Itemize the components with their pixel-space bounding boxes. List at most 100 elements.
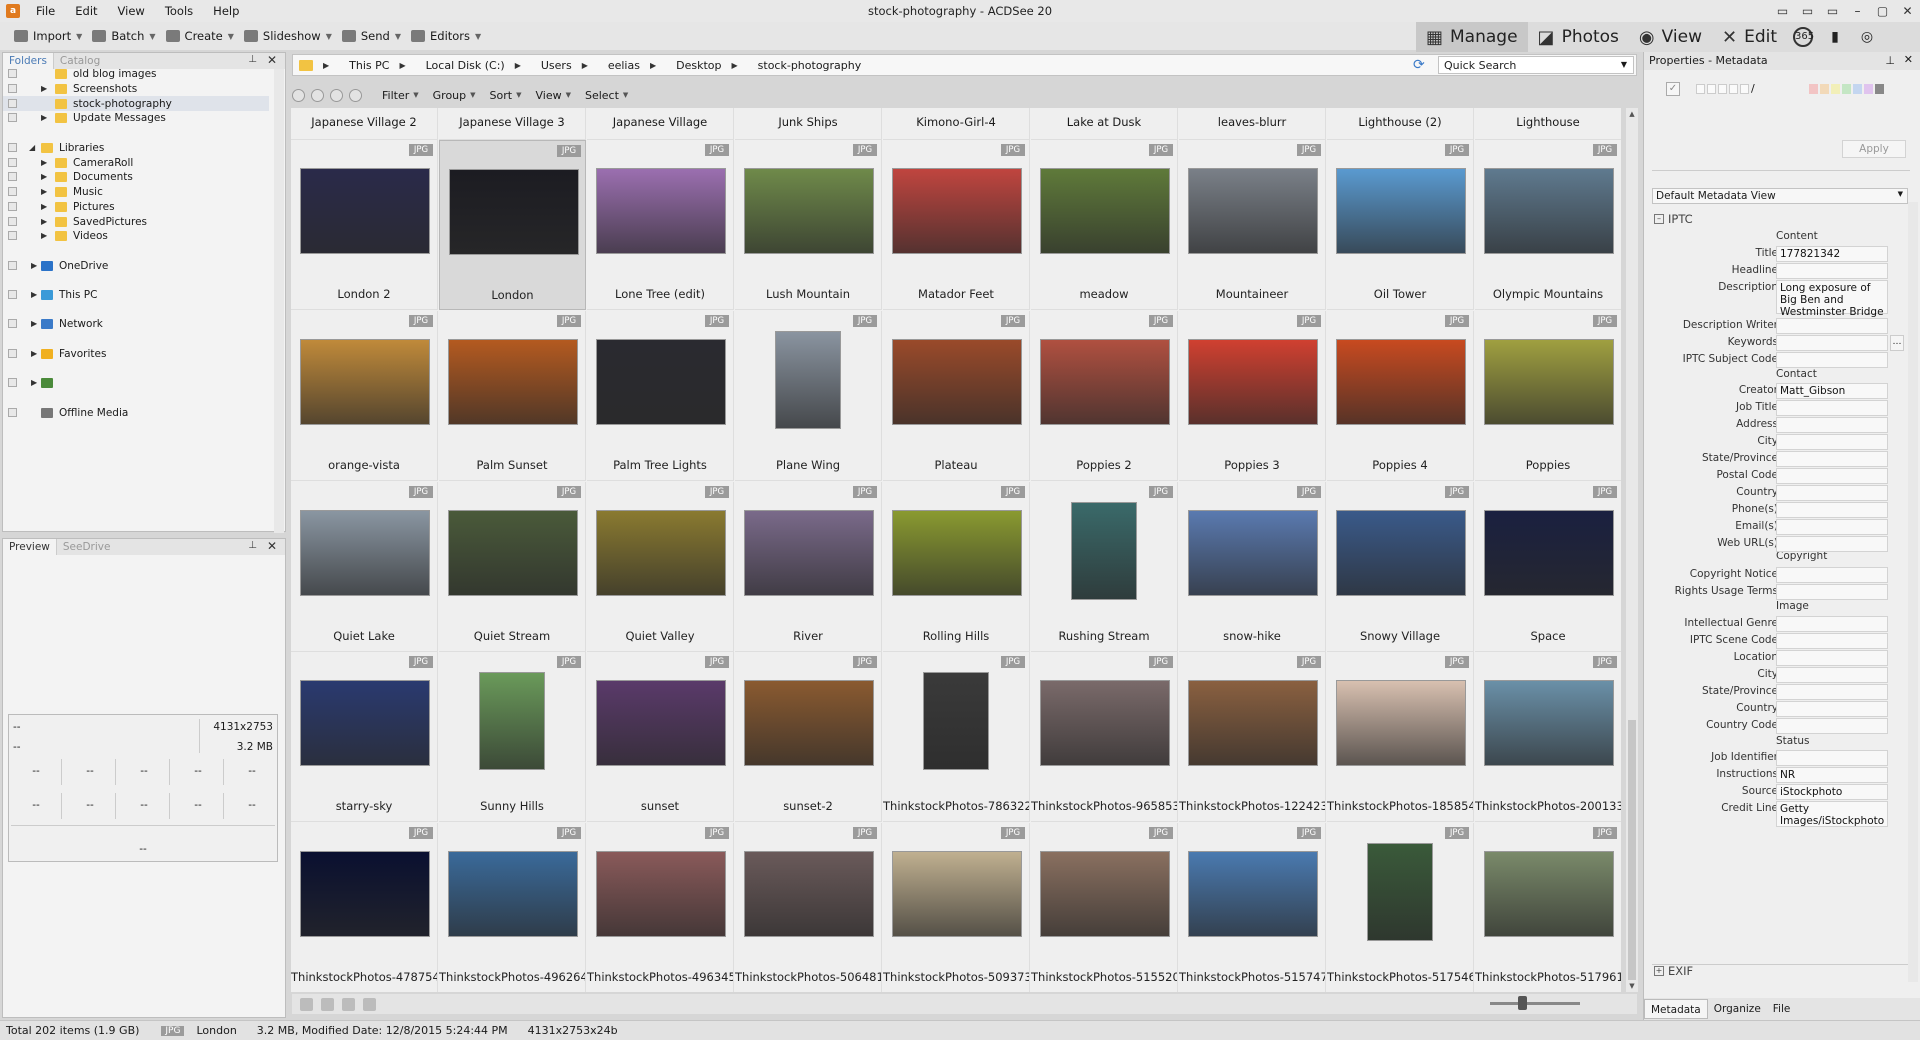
create-button[interactable]: Create ▼	[165, 29, 234, 43]
tree-item[interactable]: ▶ Videos	[3, 228, 269, 243]
metadata-value-field[interactable]	[1776, 536, 1888, 552]
breadcrumb-item[interactable]: Users ▶	[541, 59, 598, 72]
file-item[interactable]: JPG ThinkstockPhotos-185854...	[1327, 652, 1474, 823]
metadata-value-field[interactable]	[1776, 263, 1888, 279]
tree-checkbox[interactable]	[8, 261, 17, 270]
file-item[interactable]: JPG Rushing Stream	[1031, 481, 1178, 652]
file-item[interactable]: JPG ThinkstockPhotos-515520...	[1031, 823, 1178, 992]
metadata-value-field[interactable]	[1776, 451, 1888, 467]
tab-seedrive[interactable]: SeeDrive	[55, 539, 117, 555]
mode-manage[interactable]: ▦ Manage	[1416, 22, 1528, 52]
file-item[interactable]: JPG River	[735, 481, 882, 652]
menu-tools[interactable]: Tools	[165, 4, 193, 18]
file-item-partial[interactable]: Lake at Dusk	[1031, 108, 1178, 140]
breadcrumb-item[interactable]: This PC ▶	[349, 59, 415, 72]
chevron-right-icon[interactable]: ▶	[31, 290, 37, 299]
pin-icon[interactable]: ⊥	[1885, 54, 1895, 67]
metadata-value-field[interactable]	[1776, 616, 1888, 632]
file-item[interactable]: JPG Poppies 4	[1327, 310, 1474, 481]
tree-item[interactable]: ▶ Screenshots	[3, 81, 269, 96]
chevron-down-icon[interactable]: ▼	[149, 32, 155, 41]
tree-checkbox[interactable]	[8, 113, 17, 122]
file-item[interactable]: JPG London 2	[291, 140, 438, 310]
view-button[interactable]: View ▼	[535, 89, 571, 102]
file-list-scrollbar[interactable]: ▲ ▼	[1626, 108, 1638, 992]
metadata-value-field[interactable]	[1776, 485, 1888, 501]
tree-checkbox[interactable]	[8, 378, 17, 387]
iptc-section-header[interactable]: – IPTC	[1654, 212, 1693, 226]
chevron-right-icon[interactable]: ▶	[399, 61, 405, 70]
tab-preview[interactable]: Preview	[3, 539, 56, 555]
breadcrumb-item[interactable]: eelias ▶	[608, 59, 666, 72]
panel-layout-icon[interactable]: ▭	[1770, 0, 1795, 22]
maximize-button[interactable]: ▢	[1870, 0, 1895, 22]
expand-icon[interactable]: +	[1654, 966, 1664, 976]
menu-file[interactable]: File	[36, 4, 55, 18]
file-item[interactable]: JPG London	[439, 140, 586, 310]
file-item[interactable]: JPG Rolling Hills	[883, 481, 1030, 652]
file-item[interactable]: JPG ThinkstockPhotos-200133...	[1475, 652, 1621, 823]
file-item[interactable]: JPG Sunny Hills	[439, 652, 586, 823]
slideshow-button[interactable]: Slideshow ▼	[243, 29, 332, 43]
home-icon[interactable]	[292, 88, 305, 102]
tree-item[interactable]: ▶ Favorites	[3, 346, 269, 361]
tree-checkbox[interactable]	[8, 217, 17, 226]
send-button[interactable]: Send ▼	[341, 29, 401, 43]
rating-selector[interactable]: /	[1696, 83, 1763, 96]
file-item[interactable]: JPG Plane Wing	[735, 310, 882, 481]
file-item[interactable]: JPG ThinkstockPhotos-517961...	[1475, 823, 1621, 992]
metadata-value-field[interactable]	[1776, 750, 1888, 766]
tree-item[interactable]: Offline Media	[3, 405, 269, 420]
color-label-selector[interactable]	[1809, 84, 1884, 94]
import-button[interactable]: Import ▼	[14, 29, 82, 43]
file-item[interactable]: JPG Quiet Stream	[439, 481, 586, 652]
chevron-right-icon[interactable]: ▶	[650, 61, 656, 70]
metadata-value-field[interactable]	[1776, 684, 1888, 700]
menu-help[interactable]: Help	[213, 4, 239, 18]
rating-1-icon[interactable]	[1696, 84, 1705, 94]
metadata-view-select[interactable]: Default Metadata View ▼	[1652, 188, 1908, 204]
file-item[interactable]: JPG sunset	[587, 652, 734, 823]
file-item[interactable]: JPG Snowy Village	[1327, 481, 1474, 652]
tree-item[interactable]: ▶ Pictures	[3, 199, 269, 214]
chevron-right-icon[interactable]: ▶	[31, 378, 37, 387]
close-button[interactable]: ✕	[1895, 0, 1920, 22]
breadcrumb-item[interactable]: stock-photography	[758, 59, 872, 72]
metadata-value-field[interactable]	[1776, 567, 1888, 583]
mode-edit[interactable]: ✕ Edit	[1712, 22, 1787, 52]
chevron-right-icon[interactable]: ▶	[41, 217, 47, 226]
tree-checkbox[interactable]	[8, 187, 17, 196]
file-item-partial[interactable]: Junk Ships	[735, 108, 882, 140]
chevron-right-icon[interactable]: ▶	[41, 231, 47, 240]
chevron-down-icon[interactable]: ▼	[475, 32, 481, 41]
chevron-down-icon[interactable]: ▼	[228, 32, 234, 41]
metadata-value-field[interactable]	[1776, 417, 1888, 433]
panel-layout-2-icon[interactable]: ▭	[1795, 0, 1820, 22]
metadata-scrollbar[interactable]	[1908, 202, 1918, 982]
pin-icon[interactable]: ⊥	[248, 540, 257, 551]
keywords-browse-button[interactable]: …	[1890, 335, 1904, 351]
tree-item[interactable]: ▶ SavedPictures	[3, 214, 269, 229]
slideshow-small-icon[interactable]	[363, 997, 376, 1011]
rating-5-icon[interactable]	[1740, 84, 1749, 94]
menu-edit[interactable]: Edit	[75, 4, 97, 18]
file-item[interactable]: JPG Lone Tree (edit)	[587, 140, 734, 310]
file-item-partial[interactable]: Lighthouse	[1475, 108, 1621, 140]
tree-item[interactable]: ▶ Music	[3, 184, 269, 199]
file-item-partial[interactable]: leaves-blurr	[1179, 108, 1326, 140]
mode-view[interactable]: ◉ View	[1629, 22, 1712, 52]
panel-layout-3-icon[interactable]: ▭	[1820, 0, 1845, 22]
file-item[interactable]: JPG ThinkstockPhotos-965853...	[1031, 652, 1178, 823]
close-icon[interactable]: ✕	[267, 539, 277, 553]
file-item[interactable]: JPG Poppies	[1475, 310, 1621, 481]
metadata-value-field[interactable]: 177821342	[1776, 246, 1888, 262]
tree-item[interactable]: ▶ Documents	[3, 169, 269, 184]
tree-checkbox[interactable]	[8, 290, 17, 299]
file-item-partial[interactable]: Japanese Village	[587, 108, 734, 140]
file-item[interactable]: JPG Poppies 2	[1031, 310, 1178, 481]
file-item[interactable]: JPG sunset-2	[735, 652, 882, 823]
mode-photos[interactable]: ◪ Photos	[1528, 22, 1629, 52]
metadata-value-field[interactable]	[1776, 468, 1888, 484]
file-item[interactable]: JPG meadow	[1031, 140, 1178, 310]
file-item[interactable]: JPG Matador Feet	[883, 140, 1030, 310]
